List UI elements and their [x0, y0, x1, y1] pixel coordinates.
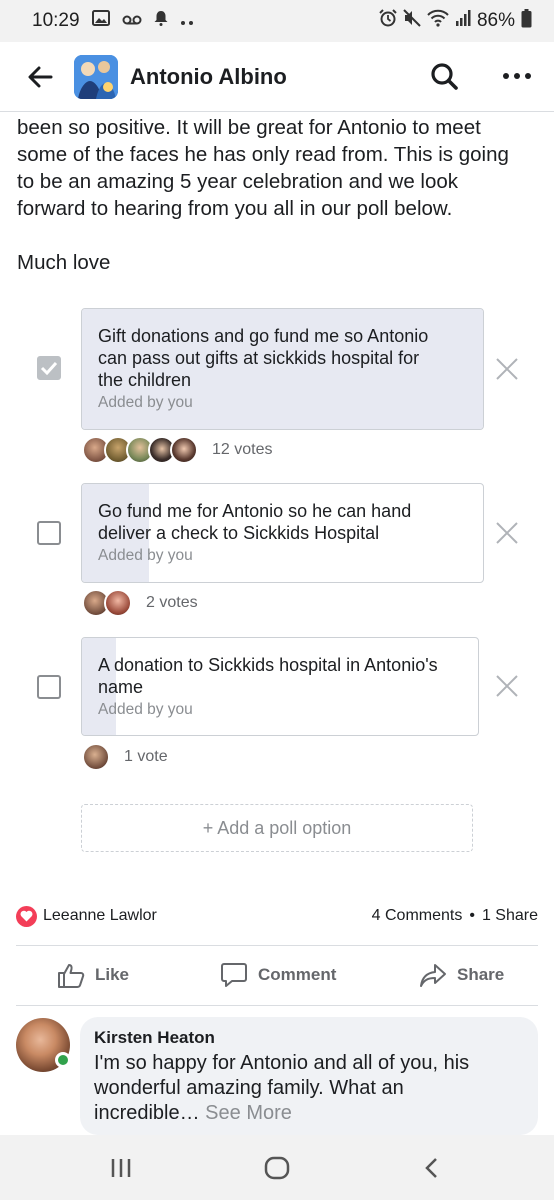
- chevron-left-icon: [425, 1158, 437, 1178]
- home-icon: [264, 1156, 290, 1180]
- poll-option-2-label: Go fund me for Antonio so he can hand de…: [98, 501, 412, 543]
- home-button[interactable]: [260, 1151, 294, 1185]
- poll-option-2-checkbox[interactable]: [37, 521, 61, 545]
- poll-option-3[interactable]: A donation to Sickkids hospital in Anton…: [81, 637, 479, 736]
- share-arrow-icon: [420, 964, 446, 987]
- more-notifications-icon: [180, 10, 194, 32]
- voter-avatar: [104, 589, 132, 617]
- more-options-button[interactable]: [494, 56, 540, 96]
- status-time: 10:29: [32, 10, 80, 31]
- battery-percent: 86%: [476, 10, 515, 31]
- poll-option-1-vote-count: 12 votes: [212, 441, 273, 458]
- separator-dot: •: [469, 907, 475, 924]
- reactor-name[interactable]: Leeanne Lawlor: [43, 907, 157, 925]
- poll-option-1-added-by: Added by you: [98, 394, 193, 411]
- like-button[interactable]: Like: [57, 952, 129, 998]
- poll-option-2-added-by: Added by you: [98, 547, 193, 564]
- poll-option-2-remove-button[interactable]: [494, 520, 520, 546]
- online-status-indicator: [55, 1052, 71, 1068]
- group-cover-image: [74, 54, 118, 99]
- post-signoff: Much love: [17, 251, 111, 274]
- close-icon: [496, 522, 518, 544]
- comment-bubble-icon: [221, 963, 247, 987]
- group-avatar[interactable]: [74, 54, 118, 99]
- checkmark-icon: [40, 361, 58, 375]
- poll-option-1-label: Gift donations and go fund me so Antonio…: [98, 326, 429, 390]
- group-header: Antonio Albino: [0, 42, 554, 112]
- post-line: some of the faces he has only read from.…: [17, 143, 509, 166]
- divider: [16, 945, 538, 946]
- shares-count[interactable]: 1 Share: [482, 907, 538, 925]
- voicemail-icon: [122, 10, 142, 32]
- poll-option-1-checkbox[interactable]: [37, 356, 61, 380]
- see-more-link[interactable]: See More: [205, 1102, 292, 1124]
- group-title[interactable]: Antonio Albino: [130, 64, 287, 90]
- voter-avatar: [82, 743, 110, 771]
- share-button[interactable]: Share: [419, 952, 504, 998]
- comment-bubble[interactable]: Kirsten Heaton I'm so happy for Antonio …: [80, 1017, 538, 1135]
- system-nav-bar: [0, 1135, 554, 1200]
- post-line: to be an amazing 5 year celebration and …: [17, 170, 459, 193]
- recent-apps-button[interactable]: [104, 1151, 138, 1185]
- reactions-bar: Leeanne Lawlor 4 Comments • 1 Share: [16, 900, 538, 932]
- divider: [16, 1005, 538, 1006]
- poll-option-1[interactable]: Gift donations and go fund me so Antonio…: [81, 308, 484, 430]
- close-icon: [496, 358, 518, 380]
- battery-icon: [521, 8, 532, 34]
- poll-option-3-voters[interactable]: 1 vote: [82, 743, 168, 771]
- like-label: Like: [95, 965, 130, 984]
- comment-author[interactable]: Kirsten Heaton: [94, 1027, 524, 1049]
- comments-count[interactable]: 4 Comments: [372, 907, 463, 925]
- more-dots-icon: [503, 73, 531, 79]
- notification-bell-icon: [154, 10, 168, 32]
- comment-button[interactable]: Comment: [220, 952, 336, 998]
- comment-text: I'm so happy for Antonio and all of you,…: [94, 1052, 470, 1124]
- search-icon: [431, 63, 458, 90]
- poll-option-1-voters[interactable]: 12 votes: [82, 436, 272, 464]
- signal-icon: [455, 9, 471, 33]
- alarm-icon: [379, 9, 397, 33]
- poll-option-3-vote-count: 1 vote: [124, 748, 168, 765]
- poll-option-1-remove-button[interactable]: [494, 356, 520, 382]
- post-line: forward to hearing from you all in our p…: [17, 197, 453, 220]
- gallery-icon: [91, 10, 110, 32]
- thumbs-up-icon: [58, 964, 85, 988]
- mute-icon: [403, 9, 421, 33]
- back-arrow-icon: [28, 66, 53, 87]
- post-line: been so positive. It will be great for A…: [17, 116, 481, 139]
- share-label: Share: [457, 965, 505, 984]
- poll-option-3-remove-button[interactable]: [494, 673, 520, 699]
- poll-option-3-checkbox[interactable]: [37, 675, 61, 699]
- close-icon: [496, 675, 518, 697]
- voter-avatar: [170, 436, 198, 464]
- post-body: been so positive. It will be great for A…: [17, 114, 542, 222]
- poll-option-3-added-by: Added by you: [98, 701, 193, 718]
- love-reaction-icon[interactable]: [16, 905, 37, 927]
- wifi-icon: [427, 9, 449, 33]
- system-back-button[interactable]: [415, 1151, 449, 1185]
- poll-option-2[interactable]: Go fund me for Antonio so he can hand de…: [81, 483, 484, 583]
- search-button[interactable]: [424, 56, 464, 96]
- poll-option-3-label: A donation to Sickkids hospital in Anton…: [98, 655, 438, 697]
- status-bar: 10:29 86%: [0, 0, 554, 42]
- comment-label: Comment: [258, 965, 337, 984]
- recent-apps-icon: [111, 1159, 131, 1177]
- add-poll-option-button[interactable]: + Add a poll option: [81, 804, 473, 852]
- poll-option-2-vote-count: 2 votes: [146, 594, 198, 611]
- back-button[interactable]: [20, 57, 60, 97]
- poll-option-2-voters[interactable]: 2 votes: [82, 589, 198, 617]
